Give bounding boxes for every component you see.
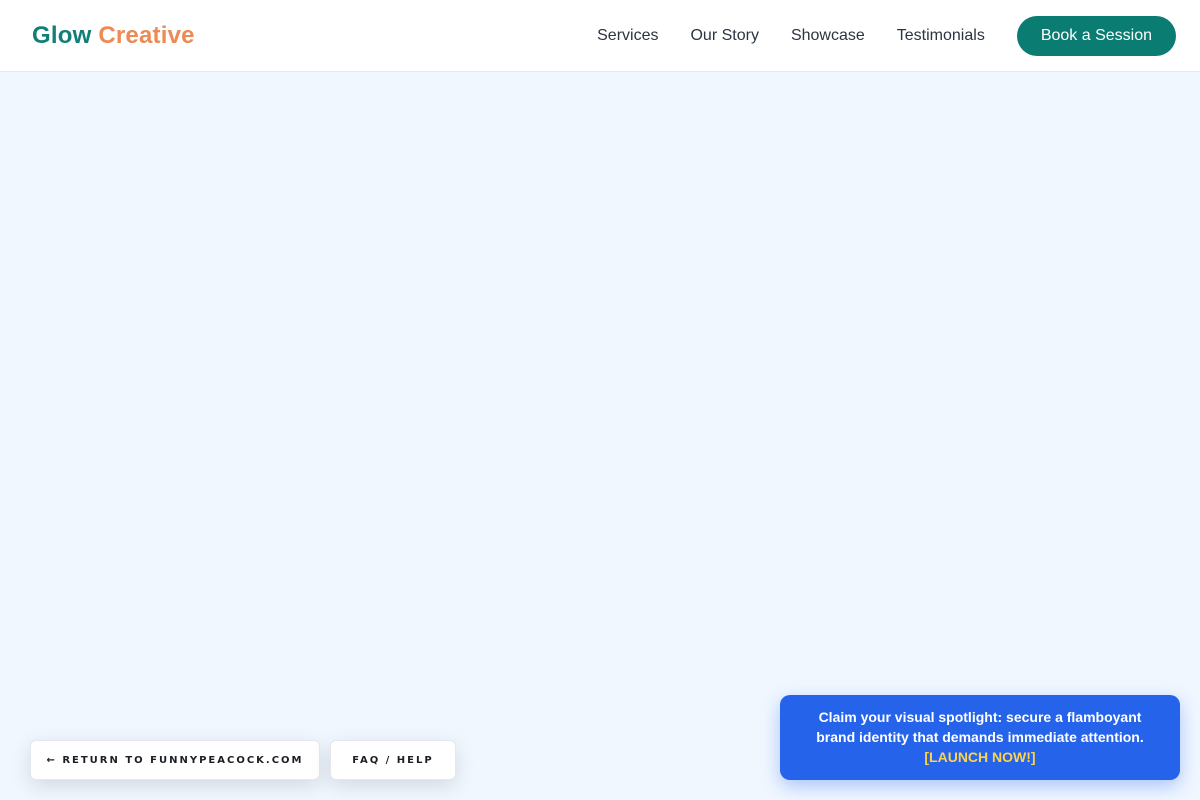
logo-text-creative: Creative xyxy=(98,21,195,49)
return-to-site-button[interactable]: ← RETURN TO FUNNYPEACOCK.COM xyxy=(30,740,320,780)
nav-link-testimonials[interactable]: Testimonials xyxy=(897,27,985,45)
promo-text: Claim your visual spotlight: secure a fl… xyxy=(816,709,1144,745)
site-header: Glow Creative Services Our Story Showcas… xyxy=(0,0,1200,72)
nav-link-our-story[interactable]: Our Story xyxy=(690,27,758,45)
promo-banner[interactable]: Claim your visual spotlight: secure a fl… xyxy=(780,695,1180,780)
book-session-button[interactable]: Book a Session xyxy=(1016,15,1176,56)
logo[interactable]: Glow Creative xyxy=(32,22,195,50)
main-content xyxy=(0,73,1200,800)
logo-text-glow: Glow xyxy=(32,21,92,49)
main-nav: Services Our Story Showcase Testimonials… xyxy=(597,15,1176,56)
faq-help-button[interactable]: FAQ / HELP xyxy=(330,740,456,780)
nav-link-services[interactable]: Services xyxy=(597,27,658,45)
launch-now-link[interactable]: [LAUNCH NOW!] xyxy=(924,749,1035,765)
nav-link-showcase[interactable]: Showcase xyxy=(791,27,865,45)
